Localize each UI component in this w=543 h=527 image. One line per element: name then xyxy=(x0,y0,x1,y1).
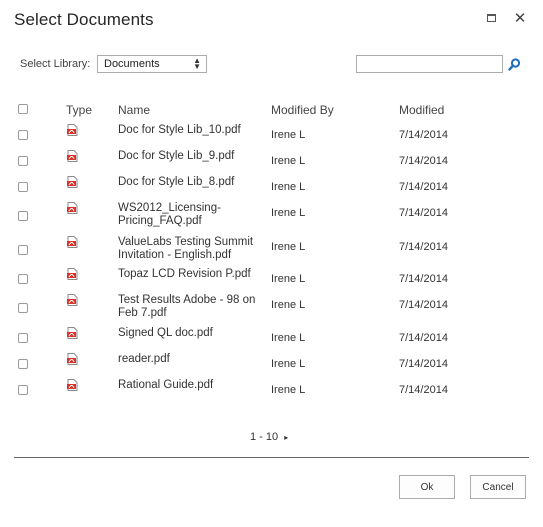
column-header-modified[interactable]: Modified xyxy=(399,103,444,117)
table-row[interactable]: ValueLabs Testing Summit Invitation - En… xyxy=(0,236,543,262)
modified-date-cell: 7/14/2014 xyxy=(399,155,448,167)
maximize-icon[interactable] xyxy=(481,8,501,28)
close-icon[interactable]: ✕ xyxy=(510,8,530,28)
document-name-link[interactable]: ValueLabs Testing Summit Invitation - En… xyxy=(118,236,264,262)
modified-by-cell: Irene L xyxy=(271,358,306,370)
divider xyxy=(14,457,529,458)
document-name-link[interactable]: Test Results Adobe - 98 on Feb 7.pdf xyxy=(118,294,264,320)
modified-date-cell: 7/14/2014 xyxy=(399,181,448,193)
document-name-link[interactable]: Rational Guide.pdf xyxy=(118,379,264,392)
modified-by-cell: Irene L xyxy=(271,299,306,311)
table-row[interactable]: Test Results Adobe - 98 on Feb 7.pdf Ire… xyxy=(0,294,543,320)
modified-date-cell: 7/14/2014 xyxy=(399,358,448,370)
pdf-icon xyxy=(67,379,78,391)
row-checkbox[interactable] xyxy=(18,385,28,395)
modified-by-cell: Irene L xyxy=(271,207,306,219)
pdf-icon xyxy=(67,150,78,162)
dialog-title: Select Documents xyxy=(14,10,154,29)
table-row[interactable]: reader.pdf Irene L 7/14/2014 xyxy=(0,353,543,377)
column-header-type[interactable]: Type xyxy=(66,103,92,117)
modified-date-cell: 7/14/2014 xyxy=(399,273,448,285)
document-name-link[interactable]: WS2012_Licensing-Pricing_FAQ.pdf xyxy=(118,202,238,228)
document-name-link[interactable]: Doc for Style Lib_9.pdf xyxy=(118,150,264,163)
pdf-icon xyxy=(67,202,78,214)
pdf-icon xyxy=(67,268,78,280)
document-name-link[interactable]: Signed QL doc.pdf xyxy=(118,327,264,340)
modified-by-cell: Irene L xyxy=(271,241,306,253)
pdf-icon xyxy=(67,124,78,136)
modified-by-cell: Irene L xyxy=(271,129,306,141)
row-checkbox[interactable] xyxy=(18,333,28,343)
cancel-button[interactable]: Cancel xyxy=(470,475,526,499)
pager-range: 1 - 10 xyxy=(250,431,279,443)
row-checkbox[interactable] xyxy=(18,130,28,140)
table-row[interactable]: Topaz LCD Revision P.pdf Irene L 7/14/20… xyxy=(0,268,543,292)
row-checkbox[interactable] xyxy=(18,182,28,192)
document-name-link[interactable]: Topaz LCD Revision P.pdf xyxy=(118,268,264,281)
table-row[interactable]: Signed QL doc.pdf Irene L 7/14/2014 xyxy=(0,327,543,351)
document-name-link[interactable]: Doc for Style Lib_10.pdf xyxy=(118,124,264,137)
table-row[interactable]: Doc for Style Lib_8.pdf Irene L 7/14/201… xyxy=(0,176,543,200)
pdf-icon xyxy=(67,353,78,365)
row-checkbox[interactable] xyxy=(18,359,28,369)
modified-date-cell: 7/14/2014 xyxy=(399,299,448,311)
row-checkbox[interactable] xyxy=(18,156,28,166)
row-checkbox[interactable] xyxy=(18,211,28,221)
modified-date-cell: 7/14/2014 xyxy=(399,332,448,344)
next-page-icon[interactable]: ▸ xyxy=(284,433,288,442)
select-arrows-icon: ▲ ▼ xyxy=(193,56,201,71)
pdf-icon xyxy=(67,236,78,248)
library-select[interactable]: Documents ▲ ▼ xyxy=(97,55,207,73)
table-row[interactable]: WS2012_Licensing-Pricing_FAQ.pdf Irene L… xyxy=(0,202,543,228)
column-header-name[interactable]: Name xyxy=(118,103,150,117)
column-header-modified-by[interactable]: Modified By xyxy=(271,103,334,117)
document-name-link[interactable]: reader.pdf xyxy=(118,353,264,366)
modified-date-cell: 7/14/2014 xyxy=(399,384,448,396)
modified-by-cell: Irene L xyxy=(271,181,306,193)
pager: 1 - 10 ▸ xyxy=(250,431,288,443)
search-icon[interactable] xyxy=(505,55,523,73)
library-select-value: Documents xyxy=(104,58,160,70)
select-all-checkbox[interactable] xyxy=(18,104,28,114)
search-input[interactable] xyxy=(356,55,503,73)
pdf-icon xyxy=(67,294,78,306)
modified-date-cell: 7/14/2014 xyxy=(399,129,448,141)
row-checkbox[interactable] xyxy=(18,303,28,313)
modified-by-cell: Irene L xyxy=(271,155,306,167)
table-row[interactable]: Rational Guide.pdf Irene L 7/14/2014 xyxy=(0,379,543,403)
ok-button[interactable]: Ok xyxy=(399,475,455,499)
modified-date-cell: 7/14/2014 xyxy=(399,241,448,253)
library-label: Select Library: xyxy=(20,58,91,70)
modified-by-cell: Irene L xyxy=(271,384,306,396)
modified-by-cell: Irene L xyxy=(271,332,306,344)
table-row[interactable]: Doc for Style Lib_10.pdf Irene L 7/14/20… xyxy=(0,124,543,148)
pdf-icon xyxy=(67,176,78,188)
modified-date-cell: 7/14/2014 xyxy=(399,207,448,219)
modified-by-cell: Irene L xyxy=(271,273,306,285)
document-name-link[interactable]: Doc for Style Lib_8.pdf xyxy=(118,176,264,189)
row-checkbox[interactable] xyxy=(18,274,28,284)
pdf-icon xyxy=(67,327,78,339)
row-checkbox[interactable] xyxy=(18,245,28,255)
table-row[interactable]: Doc for Style Lib_9.pdf Irene L 7/14/201… xyxy=(0,150,543,174)
